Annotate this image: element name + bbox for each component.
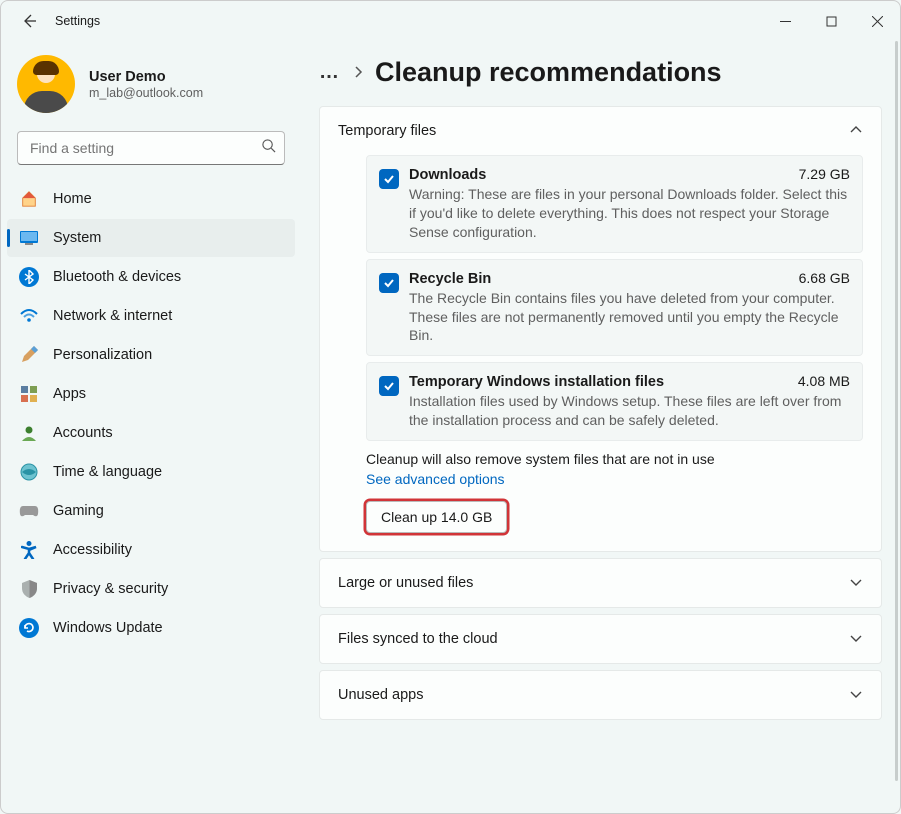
chevron-down-icon xyxy=(849,687,863,703)
sidebar: User Demo m_lab@outlook.com Home System xyxy=(1,41,301,813)
see-advanced-options-link[interactable]: See advanced options xyxy=(366,471,863,487)
cloud-synced-files-section: Files synced to the cloud xyxy=(319,614,882,664)
large-unused-files-section: Large or unused files xyxy=(319,558,882,608)
chevron-up-icon xyxy=(849,123,863,139)
time-icon xyxy=(19,462,39,482)
item-description: Installation files used by Windows setup… xyxy=(409,392,850,430)
sidebar-item-label: Personalization xyxy=(53,347,152,363)
search-icon xyxy=(261,138,276,158)
accounts-icon xyxy=(19,423,39,443)
sidebar-item-accounts[interactable]: Accounts xyxy=(7,414,295,452)
sidebar-item-accessibility[interactable]: Accessibility xyxy=(7,531,295,569)
item-title: Temporary Windows installation files xyxy=(409,374,664,390)
back-button[interactable] xyxy=(9,1,49,41)
network-icon xyxy=(19,306,39,326)
gaming-icon xyxy=(19,501,39,521)
chevron-right-icon xyxy=(353,65,363,81)
sidebar-item-privacy[interactable]: Privacy & security xyxy=(7,570,295,608)
sidebar-item-bluetooth[interactable]: Bluetooth & devices xyxy=(7,258,295,296)
sidebar-item-gaming[interactable]: Gaming xyxy=(7,492,295,530)
home-icon xyxy=(19,189,39,209)
system-icon xyxy=(19,228,39,248)
section-title: Unused apps xyxy=(338,687,423,703)
accessibility-icon xyxy=(19,540,39,560)
item-title: Downloads xyxy=(409,167,486,183)
sidebar-item-label: Bluetooth & devices xyxy=(53,269,181,285)
windows-update-icon xyxy=(19,618,39,638)
sidebar-item-label: Network & internet xyxy=(53,308,172,324)
sidebar-item-network[interactable]: Network & internet xyxy=(7,297,295,335)
checkbox-temp-windows[interactable] xyxy=(379,376,399,396)
breadcrumb-more-icon[interactable]: … xyxy=(319,61,341,84)
scrollbar[interactable] xyxy=(895,41,898,781)
sidebar-item-label: Windows Update xyxy=(53,620,163,636)
sidebar-item-apps[interactable]: Apps xyxy=(7,375,295,413)
search-box[interactable] xyxy=(17,131,285,165)
checkbox-recycle-bin[interactable] xyxy=(379,273,399,293)
sidebar-item-label: Home xyxy=(53,191,92,207)
sidebar-item-label: System xyxy=(53,230,101,246)
temporary-files-header[interactable]: Temporary files xyxy=(320,107,881,155)
sidebar-item-personalization[interactable]: Personalization xyxy=(7,336,295,374)
cloud-synced-files-header[interactable]: Files synced to the cloud xyxy=(320,615,881,663)
sidebar-item-windows-update[interactable]: Windows Update xyxy=(7,609,295,647)
large-unused-files-header[interactable]: Large or unused files xyxy=(320,559,881,607)
unused-apps-section: Unused apps xyxy=(319,670,882,720)
cleanup-item-temp-windows-files[interactable]: Temporary Windows installation files 4.0… xyxy=(366,362,863,441)
section-title: Temporary files xyxy=(338,123,436,139)
chevron-down-icon xyxy=(849,575,863,591)
cleanup-item-downloads[interactable]: Downloads 7.29 GB Warning: These are fil… xyxy=(366,155,863,253)
section-title: Large or unused files xyxy=(338,575,473,591)
sidebar-item-label: Apps xyxy=(53,386,86,402)
item-size: 6.68 GB xyxy=(799,270,850,286)
user-account[interactable]: User Demo m_lab@outlook.com xyxy=(1,47,301,131)
main-content: … Cleanup recommendations Temporary file… xyxy=(301,41,900,813)
sidebar-item-label: Gaming xyxy=(53,503,104,519)
unused-apps-header[interactable]: Unused apps xyxy=(320,671,881,719)
minimize-button[interactable] xyxy=(762,1,808,41)
personalization-icon xyxy=(19,345,39,365)
temporary-files-section: Temporary files Downloads 7.29 GB Warnin… xyxy=(319,106,882,552)
item-size: 4.08 MB xyxy=(798,373,850,389)
sidebar-item-label: Privacy & security xyxy=(53,581,168,597)
sidebar-item-label: Time & language xyxy=(53,464,162,480)
privacy-icon xyxy=(19,579,39,599)
close-button[interactable] xyxy=(854,1,900,41)
section-title: Files synced to the cloud xyxy=(338,631,498,647)
cleanup-note: Cleanup will also remove system files th… xyxy=(366,451,863,467)
sidebar-item-time[interactable]: Time & language xyxy=(7,453,295,491)
apps-icon xyxy=(19,384,39,404)
sidebar-item-label: Accounts xyxy=(53,425,113,441)
item-title: Recycle Bin xyxy=(409,271,491,287)
maximize-button[interactable] xyxy=(808,1,854,41)
breadcrumb: … Cleanup recommendations xyxy=(319,57,882,88)
chevron-down-icon xyxy=(849,631,863,647)
bluetooth-icon xyxy=(19,267,39,287)
checkbox-downloads[interactable] xyxy=(379,169,399,189)
avatar xyxy=(17,55,75,113)
page-title: Cleanup recommendations xyxy=(375,57,722,88)
user-email: m_lab@outlook.com xyxy=(89,86,203,100)
cleanup-button[interactable]: Clean up 14.0 GB xyxy=(366,501,507,533)
search-input[interactable] xyxy=(26,140,261,156)
sidebar-item-home[interactable]: Home xyxy=(7,180,295,218)
window-title: Settings xyxy=(49,14,100,28)
user-name: User Demo xyxy=(89,69,203,85)
item-description: Warning: These are files in your persona… xyxy=(409,185,850,242)
sidebar-item-label: Accessibility xyxy=(53,542,132,558)
item-size: 7.29 GB xyxy=(799,166,850,182)
cleanup-item-recycle-bin[interactable]: Recycle Bin 6.68 GB The Recycle Bin cont… xyxy=(366,259,863,357)
titlebar: Settings xyxy=(1,1,900,41)
item-description: The Recycle Bin contains files you have … xyxy=(409,289,850,346)
sidebar-item-system[interactable]: System xyxy=(7,219,295,257)
